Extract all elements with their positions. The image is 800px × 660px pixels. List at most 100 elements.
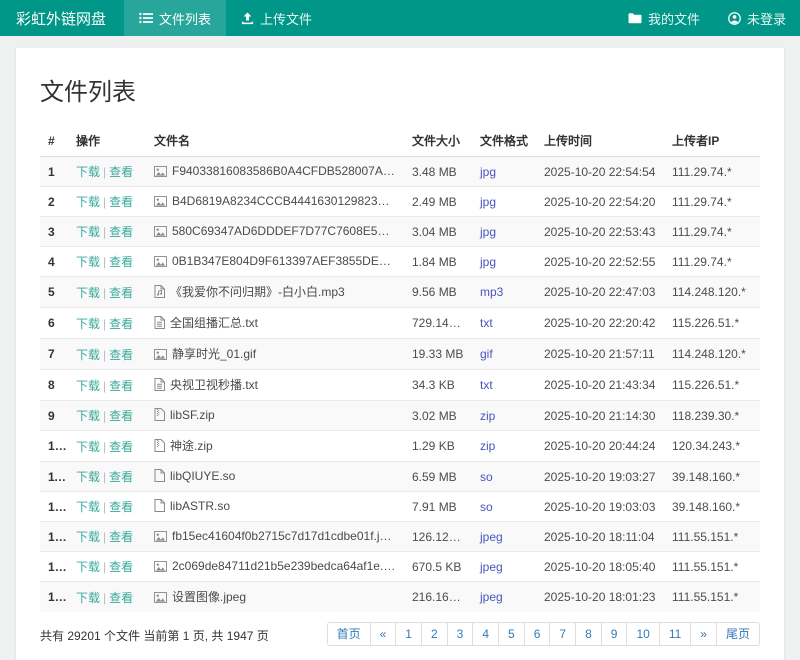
file-format-link[interactable]: txt: [480, 316, 493, 330]
download-link[interactable]: 下载: [76, 560, 100, 574]
file-name-link[interactable]: 580C69347AD6DDDEF7D77C7608E5F89E.jpg: [172, 224, 404, 238]
plain-file-icon: [154, 499, 165, 515]
download-link[interactable]: 下载: [76, 195, 100, 209]
file-name-link[interactable]: 全国组播汇总.txt: [170, 316, 258, 330]
view-link[interactable]: 查看: [109, 379, 133, 393]
table-row: 14 下载|查看 2c069de84711d21b5e239bedca64af1…: [40, 552, 760, 582]
pagination-page-4[interactable]: 4: [472, 622, 499, 646]
uploader-ip: 114.248.120.*: [664, 277, 760, 308]
download-link[interactable]: 下载: [76, 530, 100, 544]
row-actions: 下载|查看: [68, 522, 146, 552]
file-name-link[interactable]: libQIUYE.so: [170, 469, 235, 483]
download-link[interactable]: 下载: [76, 470, 100, 484]
view-link[interactable]: 查看: [109, 165, 133, 179]
login-status-link[interactable]: 未登录: [714, 0, 800, 36]
row-index: 10: [40, 431, 68, 462]
file-format-link[interactable]: jpg: [480, 165, 496, 179]
file-format-link[interactable]: jpg: [480, 195, 496, 209]
my-files-link[interactable]: 我的文件: [614, 0, 714, 36]
download-link[interactable]: 下载: [76, 317, 100, 331]
download-link[interactable]: 下载: [76, 165, 100, 179]
view-link[interactable]: 查看: [109, 530, 133, 544]
view-link[interactable]: 查看: [109, 470, 133, 484]
pagination-page-5[interactable]: 5: [498, 622, 525, 646]
pagination-page-6[interactable]: 6: [524, 622, 551, 646]
file-format-link[interactable]: so: [480, 470, 493, 484]
file-list-card: 文件列表 # 操作 文件名 文件大小 文件格式 上传时间 上传者IP 1 下载|…: [16, 48, 784, 660]
file-format-link[interactable]: zip: [480, 409, 495, 423]
file-name-link[interactable]: B4D6819A8234CCCB44416301298235F2.jpg: [172, 194, 404, 208]
download-link[interactable]: 下载: [76, 591, 100, 605]
file-format-link[interactable]: txt: [480, 378, 493, 392]
file-name-link[interactable]: 《我爱你不问归期》-白小白.mp3: [170, 285, 345, 299]
file-format-link[interactable]: jpg: [480, 255, 496, 269]
view-link[interactable]: 查看: [109, 348, 133, 362]
file-name-link[interactable]: F94033816083586B0A4CFDB528007A0D.jpg: [172, 164, 404, 178]
file-format-link[interactable]: jpeg: [480, 560, 503, 574]
navbar-right: 我的文件 未登录: [614, 0, 800, 36]
file-format-link[interactable]: gif: [480, 347, 493, 361]
pagination-first[interactable]: 首页: [327, 622, 371, 646]
file-name-link[interactable]: libSF.zip: [170, 408, 215, 422]
view-link[interactable]: 查看: [109, 591, 133, 605]
download-link[interactable]: 下载: [76, 348, 100, 362]
download-link[interactable]: 下载: [76, 409, 100, 423]
row-index: 1: [40, 157, 68, 187]
download-link[interactable]: 下载: [76, 286, 100, 300]
pagination-prev[interactable]: «: [370, 622, 397, 646]
file-format-link[interactable]: so: [480, 500, 493, 514]
file-name-link[interactable]: 2c069de84711d21b5e239bedca64af1e.jpeg: [172, 559, 404, 573]
file-name-link[interactable]: 静享时光_01.gif: [172, 347, 256, 361]
file-size: 6.59 MB: [404, 462, 472, 492]
file-format-link[interactable]: mp3: [480, 285, 503, 299]
pagination-next[interactable]: »: [690, 622, 717, 646]
view-link[interactable]: 查看: [109, 225, 133, 239]
folder-icon: [628, 12, 642, 24]
view-link[interactable]: 查看: [109, 560, 133, 574]
view-link[interactable]: 查看: [109, 500, 133, 514]
navbar: 彩虹外链网盘 文件列表 上传文件 我的文件 未登录: [0, 0, 800, 36]
image-file-icon: [154, 196, 167, 210]
download-link[interactable]: 下载: [76, 500, 100, 514]
uploader-ip: 111.55.151.*: [664, 582, 760, 613]
file-name-link[interactable]: fb15ec41604f0b2715c7d17d1cdbe01f.jpeg: [172, 529, 400, 543]
tab-upload[interactable]: 上传文件: [226, 0, 327, 36]
download-link[interactable]: 下载: [76, 255, 100, 269]
view-link[interactable]: 查看: [109, 440, 133, 454]
file-name-link[interactable]: 央视卫视秒播.txt: [170, 378, 258, 392]
file-format-link[interactable]: jpeg: [480, 530, 503, 544]
file-name-link[interactable]: 0B1B347E804D9F613397AEF3855DE6B6.jpg: [172, 254, 404, 268]
file-name-link[interactable]: 神途.zip: [170, 439, 213, 453]
pagination-page-3[interactable]: 3: [447, 622, 474, 646]
row-actions: 下载|查看: [68, 431, 146, 462]
file-format-link[interactable]: jpeg: [480, 590, 503, 604]
file-format-link[interactable]: zip: [480, 439, 495, 453]
view-link[interactable]: 查看: [109, 195, 133, 209]
table-row: 10 下载|查看 神途.zip 1.29 KB zip 2025-10-20 2…: [40, 431, 760, 462]
view-link[interactable]: 查看: [109, 409, 133, 423]
header-filename: 文件名: [146, 125, 404, 157]
brand-link[interactable]: 彩虹外链网盘: [0, 0, 124, 36]
view-link[interactable]: 查看: [109, 286, 133, 300]
row-index: 2: [40, 187, 68, 217]
uploader-ip: 111.29.74.*: [664, 157, 760, 187]
pagination-page-2[interactable]: 2: [421, 622, 448, 646]
file-name-link[interactable]: 设置图像.jpeg: [172, 590, 246, 604]
pagination-page-7[interactable]: 7: [549, 622, 576, 646]
pagination-page-9[interactable]: 9: [601, 622, 628, 646]
tab-file-list[interactable]: 文件列表: [124, 0, 226, 36]
file-name-link[interactable]: libASTR.so: [170, 499, 230, 513]
file-format-link[interactable]: jpg: [480, 225, 496, 239]
pagination-page-8[interactable]: 8: [575, 622, 602, 646]
pagination-page-1[interactable]: 1: [395, 622, 422, 646]
view-link[interactable]: 查看: [109, 255, 133, 269]
download-link[interactable]: 下载: [76, 440, 100, 454]
pagination-page-11[interactable]: 11: [659, 622, 691, 646]
view-link[interactable]: 查看: [109, 317, 133, 331]
uploader-ip: 111.55.151.*: [664, 522, 760, 552]
row-actions: 下载|查看: [68, 582, 146, 613]
pagination-last[interactable]: 尾页: [716, 622, 760, 646]
download-link[interactable]: 下载: [76, 379, 100, 393]
pagination-page-10[interactable]: 10: [626, 622, 659, 646]
download-link[interactable]: 下载: [76, 225, 100, 239]
